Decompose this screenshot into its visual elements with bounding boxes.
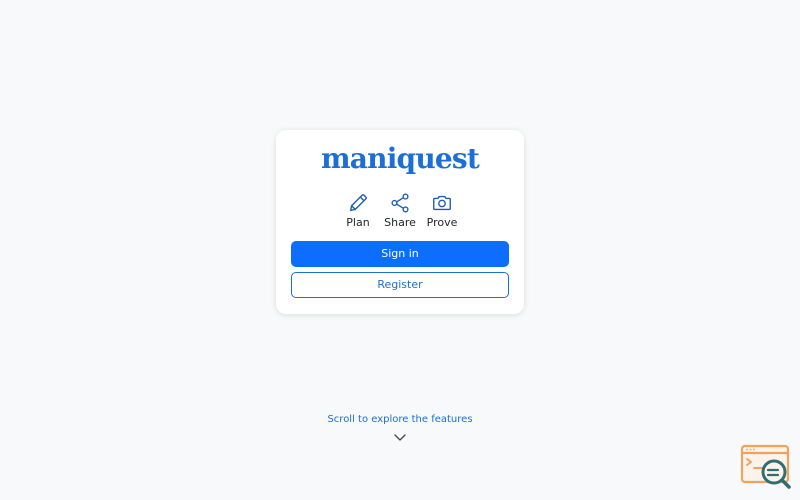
feature-list: Plan Share Prove [276, 192, 524, 230]
feature-plan: Plan [341, 192, 375, 230]
login-card: maniquest Plan Share Prove Sign in Regis… [276, 130, 524, 314]
code-search-icon[interactable] [740, 444, 792, 490]
sign-in-button[interactable]: Sign in [291, 241, 509, 267]
pencil-icon [349, 194, 367, 212]
feature-label: Prove [426, 216, 458, 229]
feature-label: Share [384, 216, 416, 229]
feature-prove: Prove [425, 192, 459, 230]
register-button[interactable]: Register [291, 272, 509, 298]
chevron-down-icon[interactable] [393, 432, 407, 442]
camera-icon [433, 195, 451, 211]
app-logo: maniquest [320, 142, 480, 175]
share-icon [391, 193, 409, 213]
feature-label: Plan [346, 216, 370, 229]
scroll-hint[interactable]: Scroll to explore the features [0, 413, 800, 427]
feature-share: Share [383, 192, 417, 230]
landing-page: maniquest Plan Share Prove Sign in Regis… [0, 0, 800, 500]
